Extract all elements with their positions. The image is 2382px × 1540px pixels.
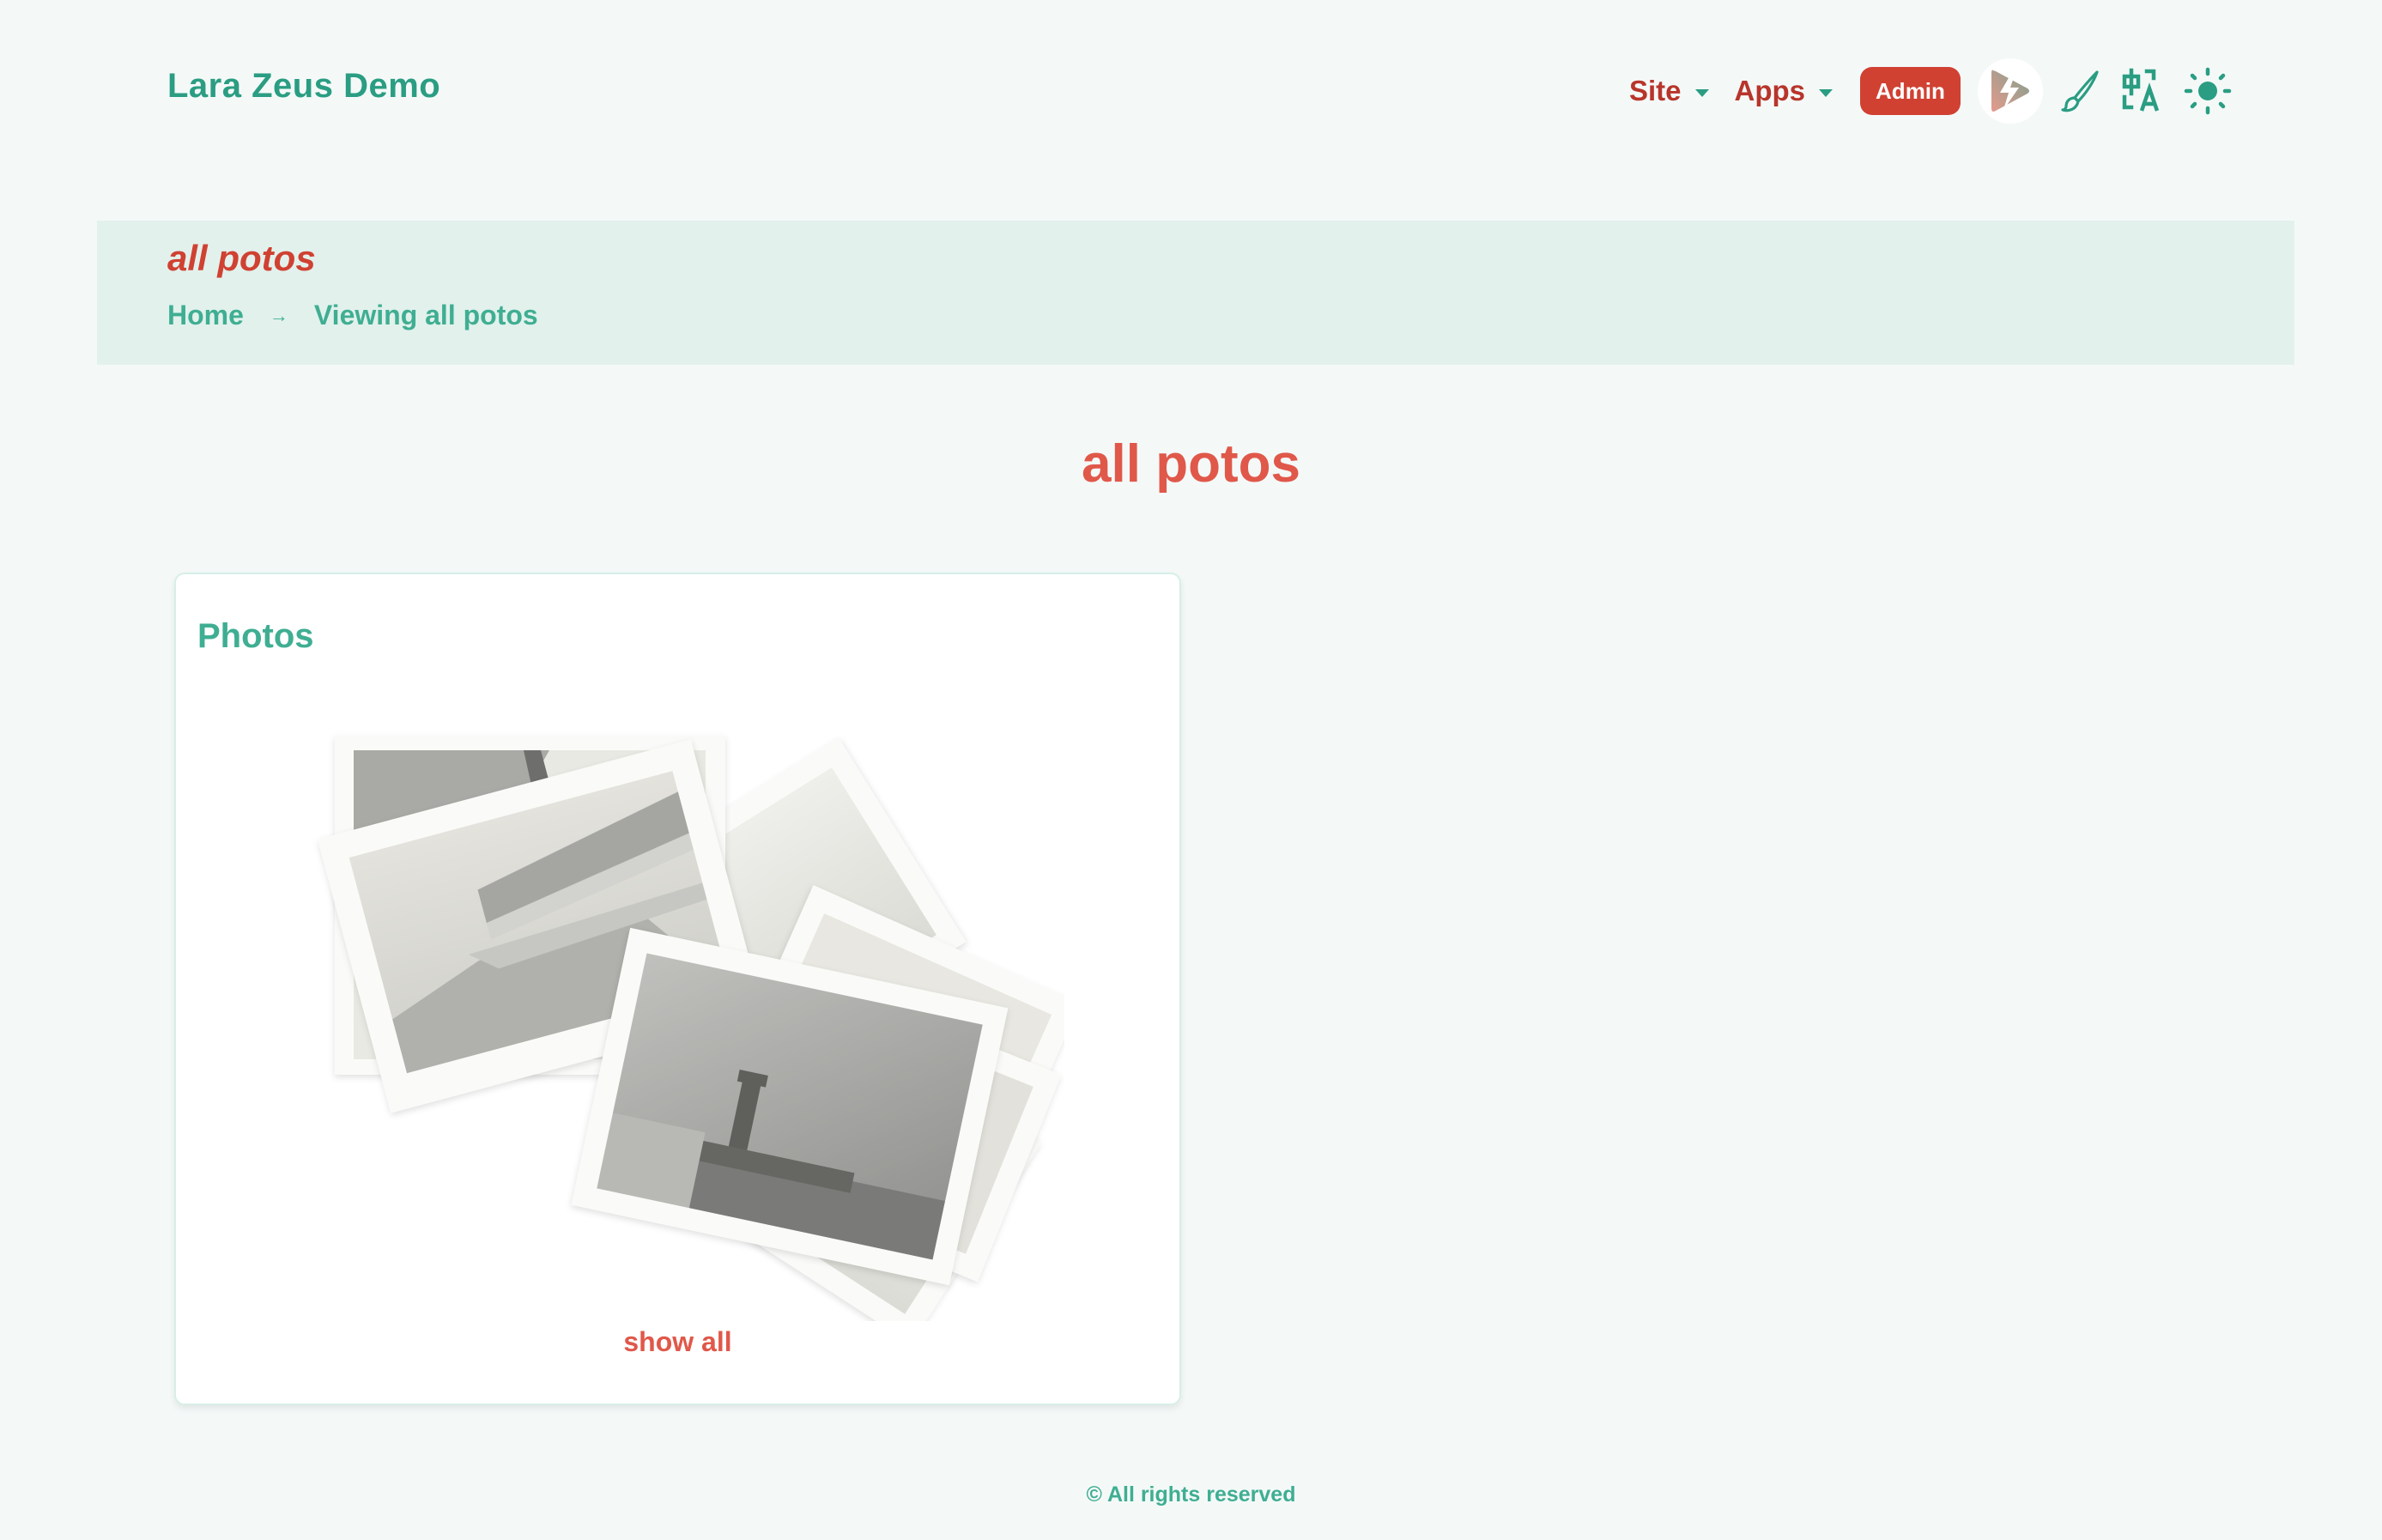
theme-brush-button[interactable] <box>2053 64 2108 118</box>
nav-site-dropdown[interactable]: Site <box>1629 75 1709 107</box>
admin-button[interactable]: Admin <box>1860 67 1961 115</box>
page-header-band: all potos Home → Viewing all potos <box>97 221 2294 365</box>
card-title: Photos <box>197 617 314 655</box>
hero-title: all potos <box>167 238 316 278</box>
filament-panel-button[interactable] <box>1977 58 2043 124</box>
photos-library-card: Photos show all <box>174 573 1181 1405</box>
breadcrumb: Home → Viewing all potos <box>167 300 538 331</box>
top-nav: Site Apps Admin <box>1629 58 2244 124</box>
footer-copyright: © All rights reserved <box>1086 1482 1296 1507</box>
nav-site-label: Site <box>1629 75 1682 106</box>
theme-toggle-button[interactable] <box>2180 64 2235 118</box>
arrow-right-icon: → <box>269 304 288 326</box>
nav-apps-label: Apps <box>1734 75 1806 106</box>
breadcrumb-home[interactable]: Home <box>167 300 244 331</box>
language-switch-button[interactable] <box>2117 64 2172 118</box>
lightning-play-icon <box>1991 70 2029 112</box>
sun-icon <box>2184 67 2232 115</box>
translate-icon <box>2122 68 2160 112</box>
site-logo[interactable]: Lara Zeus Demo <box>167 67 440 106</box>
page-title: all potos <box>1082 434 1300 494</box>
paintbrush-icon <box>2061 70 2099 112</box>
caret-down-icon <box>1694 88 1709 97</box>
breadcrumb-current: Viewing all potos <box>313 300 538 330</box>
photo-stack-image <box>317 736 1064 1321</box>
show-all-link[interactable]: show all <box>176 1326 1179 1358</box>
nav-apps-dropdown[interactable]: Apps <box>1735 75 1833 107</box>
caret-down-icon <box>1819 88 1833 97</box>
